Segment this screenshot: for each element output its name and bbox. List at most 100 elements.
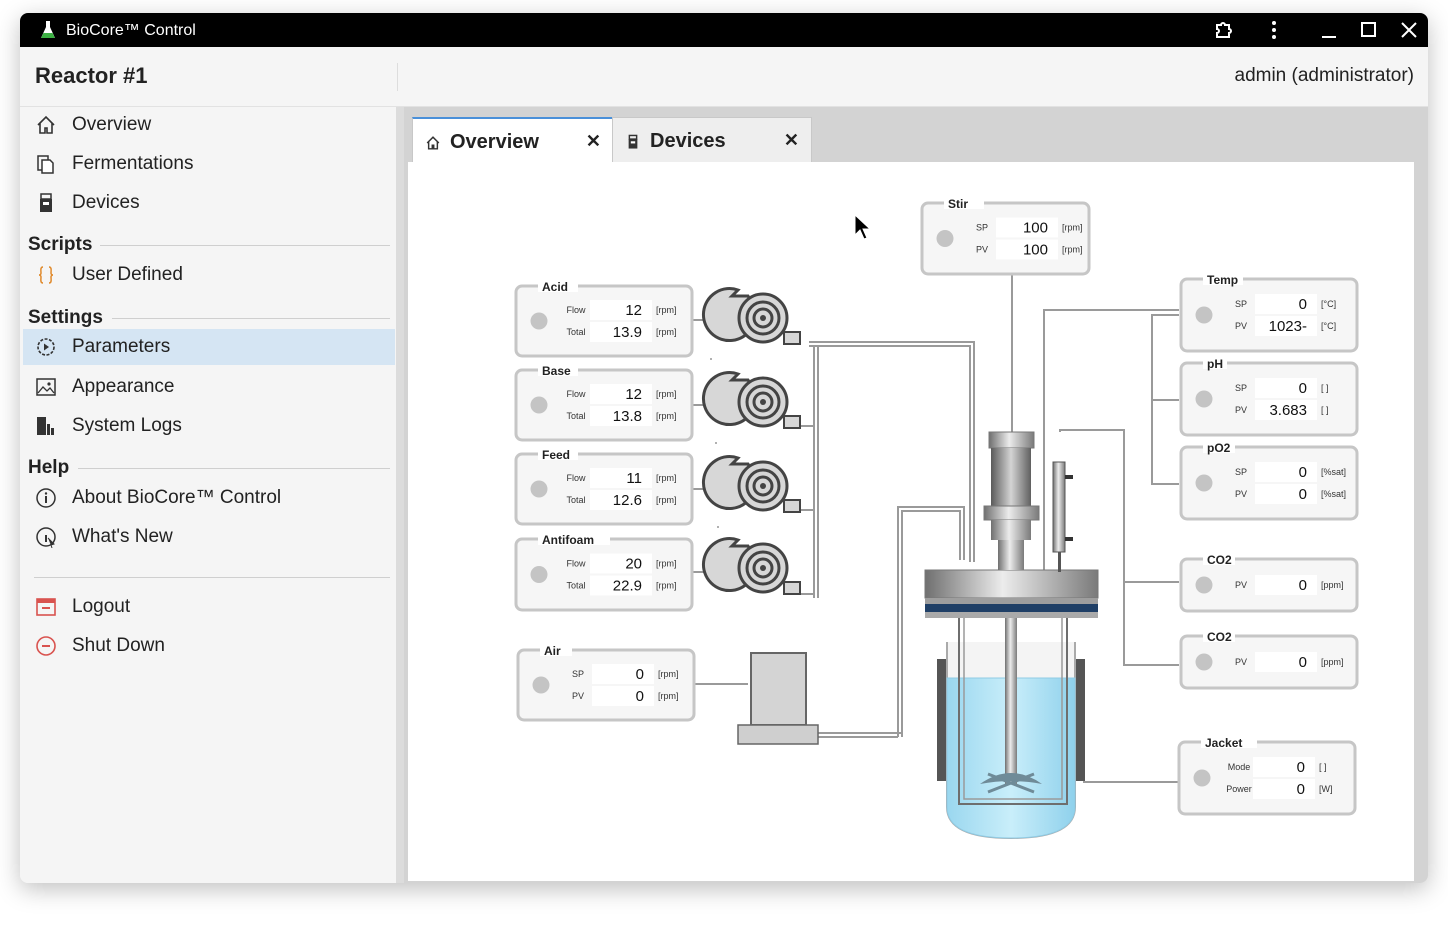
value-field[interactable] <box>592 664 654 684</box>
sidebar-item-about[interactable]: About BioCore™ Control <box>23 480 395 516</box>
panel-value: 0 <box>1299 464 1307 481</box>
sidebar-item-devices[interactable]: Devices <box>23 185 395 221</box>
value-field[interactable] <box>590 300 652 320</box>
panel-row-label: Total <box>566 581 585 591</box>
maximize-icon[interactable] <box>1357 19 1381 41</box>
panel-unit: [rpm] <box>1062 245 1083 255</box>
panel-row-label: PV <box>1235 489 1247 499</box>
pump-icon <box>701 537 802 596</box>
more-options-icon[interactable] <box>1262 19 1286 41</box>
panel-value: 1023- <box>1269 318 1307 335</box>
info-icon <box>36 488 56 508</box>
panel-row-label: Mode <box>1228 762 1251 772</box>
panel-title: Feed <box>542 448 570 462</box>
value-field[interactable] <box>1253 757 1315 777</box>
section-divider <box>78 468 390 469</box>
panel-row-label: PV <box>1235 321 1247 331</box>
panel-value: 0 <box>1299 296 1307 313</box>
value-field[interactable] <box>590 468 652 488</box>
sidebar-item-overview[interactable]: Overview <box>23 107 395 143</box>
sidebar-item-appearance[interactable]: Appearance <box>23 369 395 405</box>
section-divider <box>112 318 390 319</box>
sidebar-item-user-defined[interactable]: User Defined <box>23 257 395 293</box>
app-window: BioCore™ Control Reactor #1 admin (admin… <box>20 13 1428 883</box>
panel-row-label: PV <box>572 691 584 701</box>
value-field[interactable] <box>590 384 652 404</box>
section-title-settings: Settings <box>28 307 103 328</box>
panel-row-label: SP <box>1235 299 1247 309</box>
tab-overview[interactable]: Overview ✕ <box>412 117 614 165</box>
panel-row-label: Flow <box>566 305 586 315</box>
sidebar-item-label: What's New <box>72 526 173 547</box>
value-field[interactable] <box>1255 484 1317 504</box>
panel-row-label: PV <box>1235 580 1247 590</box>
panel-unit: [°C] <box>1321 321 1336 331</box>
reactor-title: Reactor #1 <box>35 63 148 88</box>
panel-row-label: SP <box>976 223 988 233</box>
value-field[interactable] <box>1255 462 1317 482</box>
panel-row-label: Flow <box>566 559 586 569</box>
tab-label: Overview <box>450 131 539 153</box>
close-icon[interactable]: ✕ <box>784 130 799 151</box>
value-field[interactable] <box>1255 378 1317 398</box>
pump-icon <box>701 287 802 346</box>
sidebar-item-shut-down[interactable]: Shut Down <box>23 628 395 664</box>
sidebar-item-label: About BioCore™ Control <box>72 487 282 508</box>
panel-title: Stir <box>948 197 968 211</box>
minimize-icon[interactable] <box>1317 19 1341 41</box>
pane-splitter[interactable] <box>396 107 404 883</box>
user-label[interactable]: admin (administrator) <box>1235 65 1415 87</box>
pump-icon <box>701 455 802 514</box>
sidebar-item-fermentations[interactable]: Fermentations <box>23 146 395 182</box>
panel-unit: [rpm] <box>656 389 677 399</box>
sidebar-item-system-logs[interactable]: System Logs <box>23 408 395 444</box>
panel-value: 12.6 <box>613 492 642 509</box>
value-field[interactable] <box>592 686 654 706</box>
panel-value: 12 <box>625 386 642 403</box>
panel-row-label: Total <box>566 327 585 337</box>
panel-value: 100 <box>1023 220 1048 237</box>
panel-unit: [ ] <box>1321 383 1329 393</box>
tab-devices[interactable]: Devices ✕ <box>612 117 812 164</box>
window-title: BioCore™ Control <box>66 22 196 39</box>
tab-area: Overview ✕ Devices ✕ Stir SP 100 [rpm] P… <box>404 107 1428 883</box>
panel-unit: [rpm] <box>1062 223 1083 233</box>
panel-row-label: PV <box>1235 657 1247 667</box>
panel-unit: [ ] <box>1321 405 1329 415</box>
header-bar: Reactor #1 admin (administrator) <box>20 47 1428 107</box>
logs-icon <box>37 417 54 435</box>
pump-icon <box>701 371 802 430</box>
panel-value: 0 <box>1299 577 1307 594</box>
panel-value: 13.8 <box>613 408 642 425</box>
reactor-diagram: Stir SP 100 [rpm] PV 100 [rpm] Acid Flow 12 [rpm] T… <box>514 197 1359 840</box>
sidebar-item-label: User Defined <box>72 264 183 285</box>
panel-value: 0 <box>1299 486 1307 503</box>
value-field[interactable] <box>1253 779 1315 799</box>
panel-title: CO2 <box>1207 553 1232 567</box>
title-bar: BioCore™ Control <box>20 13 1428 47</box>
panel-unit: [W] <box>1319 784 1333 794</box>
bioreactor-vessel <box>924 431 1099 840</box>
value-field[interactable] <box>1255 294 1317 314</box>
value-field[interactable] <box>590 553 652 574</box>
sidebar-item-whats-new[interactable]: What's New <box>23 519 395 555</box>
sidebar: Overview Fermentations Devices Scripts U… <box>20 107 396 883</box>
device-icon <box>40 193 52 212</box>
flask-icon <box>41 21 55 38</box>
panel-value: 0 <box>1299 380 1307 397</box>
extension-icon[interactable] <box>1212 19 1236 41</box>
tab-label: Devices <box>650 130 726 152</box>
close-icon[interactable]: ✕ <box>586 131 601 152</box>
value-field[interactable] <box>1255 575 1317 595</box>
value-field[interactable] <box>1255 652 1317 672</box>
sidebar-item-label: Fermentations <box>72 153 194 174</box>
panel-row-label: PV <box>976 245 988 255</box>
shutdown-icon <box>36 636 56 656</box>
sidebar-item-parameters[interactable]: Parameters <box>23 329 395 365</box>
close-icon[interactable] <box>1397 19 1421 41</box>
sidebar-item-logout[interactable]: Logout <box>23 589 395 625</box>
sidebar-item-label: Shut Down <box>72 635 165 656</box>
panel-value: 13.9 <box>613 324 642 341</box>
home-icon <box>37 115 55 134</box>
status-indicator <box>1195 576 1213 594</box>
